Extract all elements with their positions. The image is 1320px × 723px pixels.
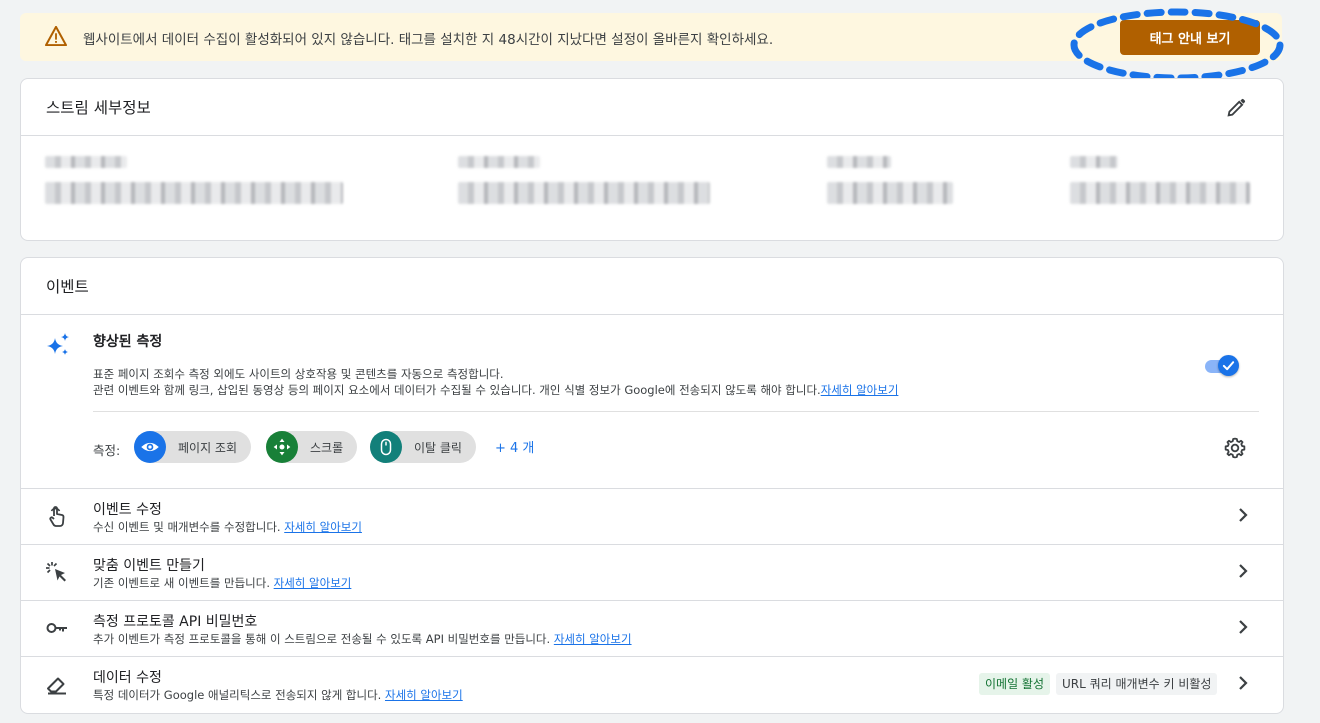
row-title: 맞춤 이벤트 만들기 — [93, 558, 205, 574]
learn-more-link[interactable]: 자세히 알아보기 — [385, 688, 463, 702]
learn-more-link[interactable]: 자세히 알아보기 — [554, 632, 632, 646]
row-description: 수신 이벤트 및 매개변수를 수정합니다. 자세히 알아보기 — [93, 519, 362, 535]
divider — [93, 411, 1259, 412]
row-data-redaction[interactable]: 데이터 수정 특정 데이터가 Google 애널리틱스로 전송되지 않게 합니다… — [21, 656, 1283, 712]
row-desc-text: 특정 데이터가 Google 애널리틱스로 전송되지 않게 합니다. — [93, 688, 382, 702]
url-query-inactive-badge: URL 쿼리 매개변수 키 비활성 — [1056, 673, 1218, 695]
description-line-1: 표준 페이지 조회수 측정 외에도 사이트의 상호작용 및 콘텐츠를 자동으로 … — [93, 367, 504, 381]
chip-page-view[interactable]: 페이지 조회 — [134, 431, 252, 463]
row-desc-text: 수신 이벤트 및 매개변수를 수정합니다. — [93, 520, 281, 534]
key-icon — [46, 623, 67, 633]
scroll-crosshair-icon — [266, 431, 298, 463]
mouse-icon — [370, 431, 402, 463]
learn-more-link[interactable]: 자세히 알아보기 — [284, 520, 362, 534]
enhanced-measurement-description: 표준 페이지 조회수 측정 외에도 사이트의 상호작용 및 콘텐츠를 자동으로 … — [93, 366, 898, 398]
eye-icon — [134, 431, 166, 463]
chip-outbound-click[interactable]: 이탈 클릭 — [370, 431, 476, 463]
chip-label: 스크롤 — [310, 440, 344, 455]
redacted-label — [458, 156, 540, 168]
row-modify-events[interactable]: 이벤트 수정 수신 이벤트 및 매개변수를 수정합니다. 자세히 알아보기 — [21, 488, 1283, 544]
eraser-icon — [47, 677, 66, 695]
redacted-label — [45, 156, 127, 168]
chip-label: 이탈 클릭 — [414, 440, 462, 455]
redacted-label — [1070, 156, 1118, 168]
toggle-knob — [1218, 355, 1239, 376]
row-desc-text: 기존 이벤트로 새 이벤트를 만듭니다. — [93, 576, 270, 590]
row-description: 기존 이벤트로 새 이벤트를 만듭니다. 자세히 알아보기 — [93, 575, 351, 591]
events-title: 이벤트 — [46, 278, 89, 296]
chevron-right-icon — [1239, 676, 1248, 690]
chevron-right-icon — [1239, 620, 1248, 634]
data-collection-warning-banner: 웹사이트에서 데이터 수집이 활성화되어 있지 않습니다. 태그를 설치한 지 … — [20, 13, 1282, 61]
chip-scroll[interactable]: 스크롤 — [266, 431, 358, 463]
view-tag-instructions-button[interactable]: 태그 안내 보기 — [1120, 20, 1260, 55]
row-measurement-protocol-api-secret[interactable]: 측정 프로토콜 API 비밀번호 추가 이벤트가 측정 프로토콜을 통해 이 스… — [21, 600, 1283, 656]
chip-label: 페이지 조회 — [178, 440, 238, 455]
email-active-badge: 이메일 활성 — [979, 673, 1051, 695]
gear-icon[interactable] — [1224, 437, 1246, 459]
chevron-right-icon — [1239, 564, 1248, 578]
description-line-2-text: 관련 이벤트와 함께 링크, 삽입된 동영상 등의 페이지 요소에서 데이터가 … — [93, 383, 821, 397]
redacted-value — [1070, 182, 1250, 204]
click-sparkle-icon — [46, 562, 66, 582]
row-create-custom-events[interactable]: 맞춤 이벤트 만들기 기존 이벤트로 새 이벤트를 만듭니다. 자세히 알아보기 — [21, 544, 1283, 600]
events-card: 이벤트 향상된 측정 표준 페이지 조회수 측정 외에도 사이트의 상호작용 및… — [20, 257, 1284, 714]
redacted-label — [827, 156, 891, 168]
measure-label: 측정: — [93, 443, 121, 458]
pencil-icon[interactable] — [1225, 97, 1247, 119]
events-header: 이벤트 — [21, 258, 1283, 315]
touch-hand-icon — [49, 506, 65, 527]
redacted-value — [458, 182, 710, 204]
row-title: 데이터 수정 — [93, 670, 162, 686]
enhanced-measurement-toggle[interactable] — [1202, 355, 1240, 377]
row-description: 특정 데이터가 Google 애널리틱스로 전송되지 않게 합니다. 자세히 알… — [93, 687, 463, 703]
description-line-2: 관련 이벤트와 함께 링크, 삽입된 동영상 등의 페이지 요소에서 데이터가 … — [93, 382, 898, 398]
learn-more-link[interactable]: 자세히 알아보기 — [821, 383, 899, 397]
check-icon — [1222, 361, 1235, 371]
row-title: 측정 프로토콜 API 비밀번호 — [93, 614, 258, 630]
stream-details-title: 스트림 세부정보 — [46, 99, 151, 117]
enhanced-measurement-title: 향상된 측정 — [93, 334, 163, 350]
more-measurements-link[interactable]: + 4 개 — [495, 437, 534, 456]
redacted-value — [45, 182, 343, 204]
warning-icon — [45, 26, 67, 46]
chevron-right-icon — [1239, 508, 1248, 522]
stream-details-card: 스트림 세부정보 — [20, 78, 1284, 241]
sparkle-icon — [47, 333, 69, 355]
warning-message: 웹사이트에서 데이터 수집이 활성화되어 있지 않습니다. 태그를 설치한 지 … — [83, 32, 774, 48]
row-description: 추가 이벤트가 측정 프로토콜을 통해 이 스트림으로 전송될 수 있도록 AP… — [93, 631, 632, 647]
redacted-value — [827, 182, 953, 204]
stream-details-header: 스트림 세부정보 — [21, 79, 1283, 136]
row-title: 이벤트 수정 — [93, 502, 162, 518]
learn-more-link[interactable]: 자세히 알아보기 — [274, 576, 352, 590]
row-desc-text: 추가 이벤트가 측정 프로토콜을 통해 이 스트림으로 전송될 수 있도록 AP… — [93, 632, 551, 646]
